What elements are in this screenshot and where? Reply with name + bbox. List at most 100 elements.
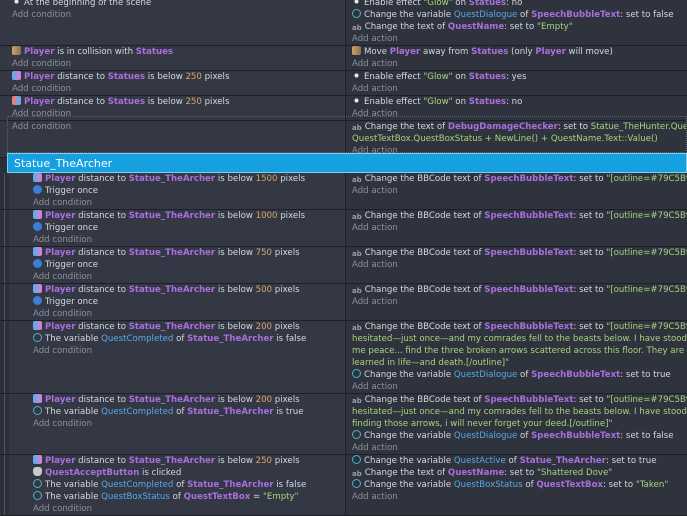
condition-item[interactable]: Player is in collision with Statues (12, 46, 345, 58)
conditions-column[interactable]: Player distance to Statues is below 250 … (0, 96, 346, 120)
event-row[interactable]: Player distance to Statue_TheArcher is b… (0, 321, 687, 394)
action-item[interactable]: QuestTextBox.QuestBoxStatus + NewLine() … (352, 133, 687, 145)
actions-column[interactable]: ab Change the BBCode text of SpeechBubble… (346, 173, 687, 209)
add-action-link[interactable]: Add action (352, 33, 687, 45)
add-action-link[interactable]: Add action (352, 185, 687, 197)
condition-item[interactable]: The variable QuestCompleted of Statue_Th… (33, 479, 345, 491)
action-item[interactable]: Enable effect "Glow" on Statues: no (352, 96, 687, 108)
action-item[interactable]: me peace... find the three broken arrows… (352, 345, 687, 357)
actions-column[interactable]: ab Change the BBCode text of SpeechBubble… (346, 394, 687, 454)
condition-item[interactable]: The variable QuestCompleted of Statue_Th… (33, 333, 345, 345)
event-row[interactable]: Player distance to Statues is below 250 … (0, 71, 687, 96)
conditions-column[interactable]: At the beginning of the scene Add conditi… (0, 0, 346, 45)
event-row[interactable]: Player distance to Statue_TheArcher is b… (0, 173, 687, 210)
condition-item[interactable]: Player distance to Statue_TheArcher is b… (33, 210, 345, 222)
actions-column[interactable]: Enable effect "Glow" on Statues: no Chang… (346, 0, 687, 45)
add-condition-link[interactable]: Add condition (12, 108, 345, 120)
condition-item[interactable]: Trigger once (33, 296, 345, 308)
conditions-column[interactable]: Player distance to Statue_TheArcher is b… (4, 210, 346, 246)
conditions-column[interactable]: Player distance to Statue_TheArcher is b… (4, 284, 346, 320)
conditions-column[interactable]: Player distance to Statue_TheArcher is b… (4, 247, 346, 283)
conditions-column[interactable]: Player distance to Statue_TheArcher is b… (4, 321, 346, 393)
condition-item[interactable]: Player distance to Statues is below 250 … (12, 96, 345, 108)
actions-column[interactable]: Change the variable QuestActive of Statu… (346, 455, 687, 515)
event-row[interactable]: Player distance to Statue_TheArcher is b… (0, 210, 687, 247)
add-condition-link[interactable]: Add condition (33, 418, 345, 430)
actions-column[interactable]: Enable effect "Glow" on Statues: yes Add … (346, 71, 687, 95)
add-action-link[interactable]: Add action (352, 442, 687, 454)
action-item[interactable]: ab Change the BBCode text of SpeechBubble… (352, 247, 687, 259)
action-item[interactable]: Enable effect "Glow" on Statues: yes (352, 71, 687, 83)
conditions-column[interactable]: Player distance to Statue_TheArcher is b… (4, 394, 346, 454)
conditions-column[interactable]: Player distance to Statue_TheArcher is b… (4, 455, 346, 515)
condition-item[interactable]: Player distance to Statue_TheArcher is b… (33, 455, 345, 467)
action-item[interactable]: ab Change the text of QuestName: set to "… (352, 21, 687, 33)
action-item[interactable]: ab Change the BBCode text of SpeechBubble… (352, 284, 687, 296)
actions-column[interactable]: ab Change the BBCode text of SpeechBubble… (346, 284, 687, 320)
condition-item[interactable]: Player distance to Statue_TheArcher is b… (33, 284, 345, 296)
action-item[interactable]: Move Player away from Statues (only Play… (352, 46, 687, 58)
add-condition-link[interactable]: Add condition (33, 503, 345, 515)
add-condition-link[interactable]: Add condition (33, 197, 345, 209)
action-item[interactable]: learned in life—and death.[/outline]" (352, 357, 687, 369)
condition-item[interactable]: Player distance to Statue_TheArcher is b… (33, 321, 345, 333)
add-condition-link[interactable]: Add condition (33, 345, 345, 357)
add-condition-link[interactable]: Add condition (12, 9, 345, 21)
condition-item[interactable]: QuestAcceptButton is clicked (33, 467, 345, 479)
add-action-link[interactable]: Add action (352, 381, 687, 393)
conditions-column[interactable]: Player distance to Statues is below 250 … (0, 71, 346, 95)
action-item[interactable]: ab Change the BBCode text of SpeechBubble… (352, 210, 687, 222)
add-action-link[interactable]: Add action (352, 296, 687, 308)
actions-column[interactable]: Move Player away from Statues (only Play… (346, 46, 687, 70)
event-row[interactable]: Player is in collision with Statues Add c… (0, 46, 687, 71)
condition-item[interactable]: Player distance to Statue_TheArcher is b… (33, 394, 345, 406)
actions-column[interactable]: ab Change the BBCode text of SpeechBubble… (346, 247, 687, 283)
add-condition-link[interactable]: Add condition (12, 83, 345, 95)
action-item[interactable]: ab Change the BBCode text of SpeechBubble… (352, 173, 687, 185)
action-item[interactable]: Enable effect "Glow" on Statues: no (352, 0, 687, 9)
action-item[interactable]: Change the variable QuestDialogue of Spe… (352, 9, 687, 21)
condition-item[interactable]: The variable QuestCompleted of Statue_Th… (33, 406, 345, 418)
action-item[interactable]: finding those arrows, i will never forge… (352, 418, 687, 430)
condition-item[interactable]: Player distance to Statues is below 250 … (12, 71, 345, 83)
condition-item[interactable]: Trigger once (33, 222, 345, 234)
add-condition-link[interactable]: Add condition (33, 234, 345, 246)
action-item[interactable]: Change the variable QuestActive of Statu… (352, 455, 687, 467)
actions-column[interactable]: Enable effect "Glow" on Statues: no Add a… (346, 96, 687, 120)
actions-column[interactable]: ab Change the text of DebugDamageChecker:… (346, 121, 687, 157)
add-condition-link[interactable]: Add condition (12, 58, 345, 70)
action-item[interactable]: Change the variable QuestDialogue of Spe… (352, 430, 687, 442)
add-action-link[interactable]: Add action (352, 58, 687, 70)
action-item[interactable]: hesitated—just once—and my comrades fell… (352, 333, 687, 345)
conditions-column[interactable]: Player is in collision with Statues Add c… (0, 46, 346, 70)
condition-item[interactable]: The variable QuestBoxStatus of QuestText… (33, 491, 345, 503)
condition-item[interactable]: At the beginning of the scene (12, 0, 345, 9)
event-row[interactable]: Player distance to Statue_TheArcher is b… (0, 455, 687, 516)
event-row[interactable]: Player distance to Statues is below 250 … (0, 96, 687, 121)
action-item[interactable]: ab Change the text of DebugDamageChecker:… (352, 121, 687, 133)
add-action-link[interactable]: Add action (352, 83, 687, 95)
condition-item[interactable]: Player distance to Statue_TheArcher is b… (33, 247, 345, 259)
add-action-link[interactable]: Add action (352, 222, 687, 234)
action-item[interactable]: ab Change the text of QuestName: set to "… (352, 467, 687, 479)
condition-item[interactable]: Trigger once (33, 185, 345, 197)
add-action-link[interactable]: Add action (352, 108, 687, 120)
event-row[interactable]: At the beginning of the scene Add conditi… (0, 0, 687, 46)
conditions-column[interactable]: Add condition (0, 121, 346, 157)
add-action-link[interactable]: Add action (352, 259, 687, 271)
add-condition-link[interactable]: Add condition (12, 121, 345, 133)
action-item[interactable]: Change the variable QuestBoxStatus of Qu… (352, 479, 687, 491)
group-header-statue-thearcher[interactable]: Statue_TheArcher (7, 153, 687, 173)
event-row[interactable]: Player distance to Statue_TheArcher is b… (0, 247, 687, 284)
actions-column[interactable]: ab Change the BBCode text of SpeechBubble… (346, 210, 687, 246)
action-item[interactable]: hesitated—just once—and my comrades fell… (352, 406, 687, 418)
action-item[interactable]: ab Change the BBCode text of SpeechBubble… (352, 321, 687, 333)
add-condition-link[interactable]: Add condition (33, 308, 345, 320)
conditions-column[interactable]: Player distance to Statue_TheArcher is b… (4, 173, 346, 209)
event-row[interactable]: Player distance to Statue_TheArcher is b… (0, 394, 687, 455)
event-row[interactable]: Player distance to Statue_TheArcher is b… (0, 284, 687, 321)
action-item[interactable]: Change the variable QuestDialogue of Spe… (352, 369, 687, 381)
add-action-link[interactable]: Add action (352, 491, 687, 503)
action-item[interactable]: ab Change the BBCode text of SpeechBubble… (352, 394, 687, 406)
condition-item[interactable]: Trigger once (33, 259, 345, 271)
